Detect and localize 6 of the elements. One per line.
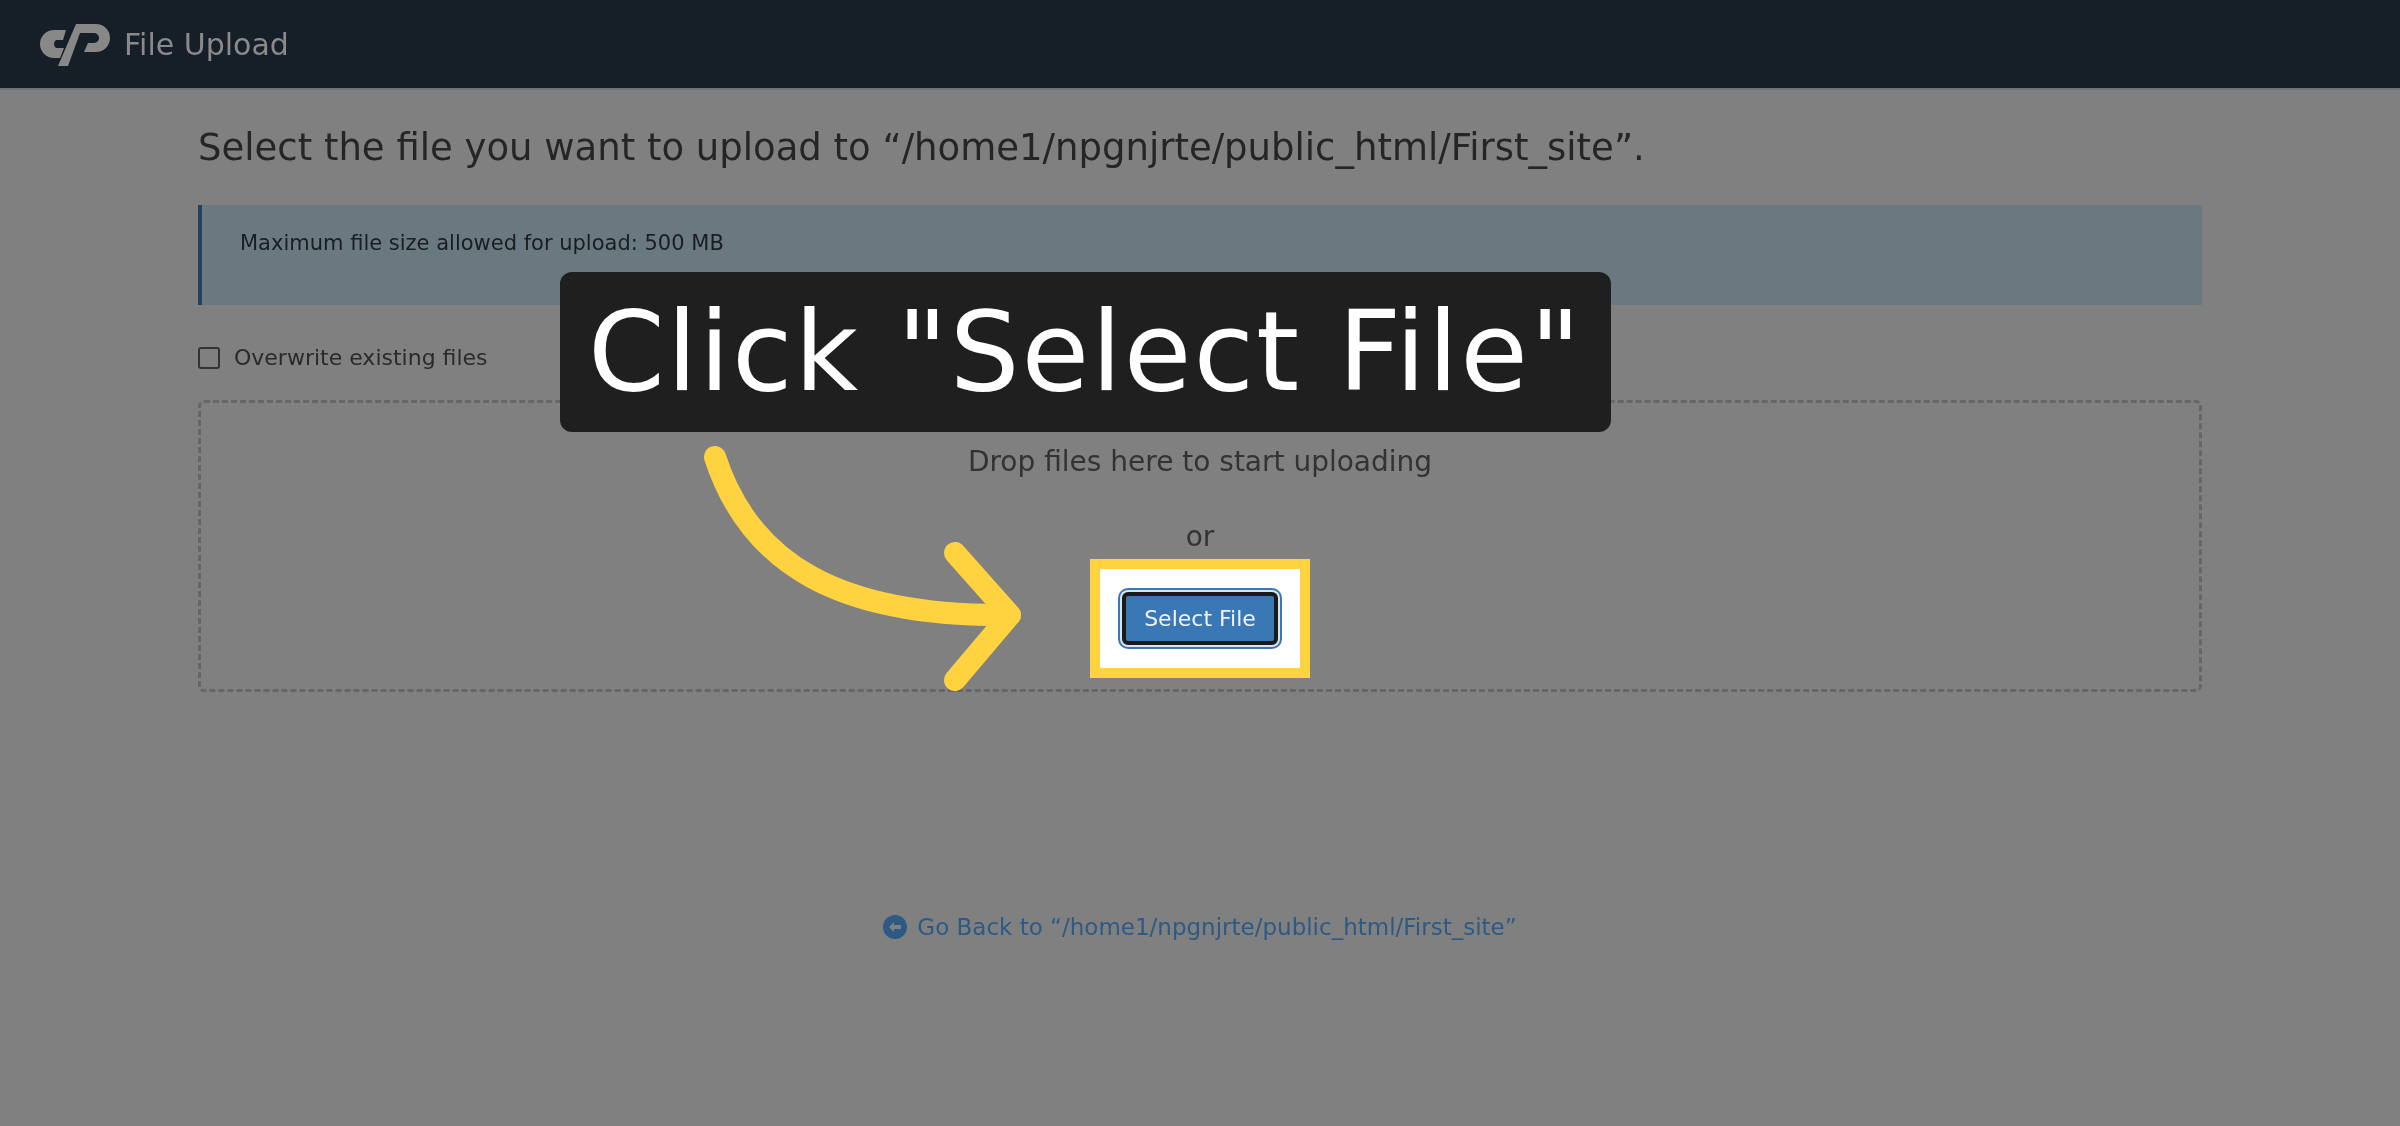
or-separator: or	[1185, 520, 1215, 553]
overwrite-label: Overwrite existing files	[234, 345, 488, 370]
upload-heading: Select the file you want to upload to “/home1/npgnjrte/public_html/First_site”.	[198, 126, 1646, 169]
page-title: File Upload	[124, 26, 289, 62]
drop-prompt: Drop files here to start uploading	[967, 445, 1433, 478]
overwrite-checkbox[interactable]	[198, 346, 220, 369]
